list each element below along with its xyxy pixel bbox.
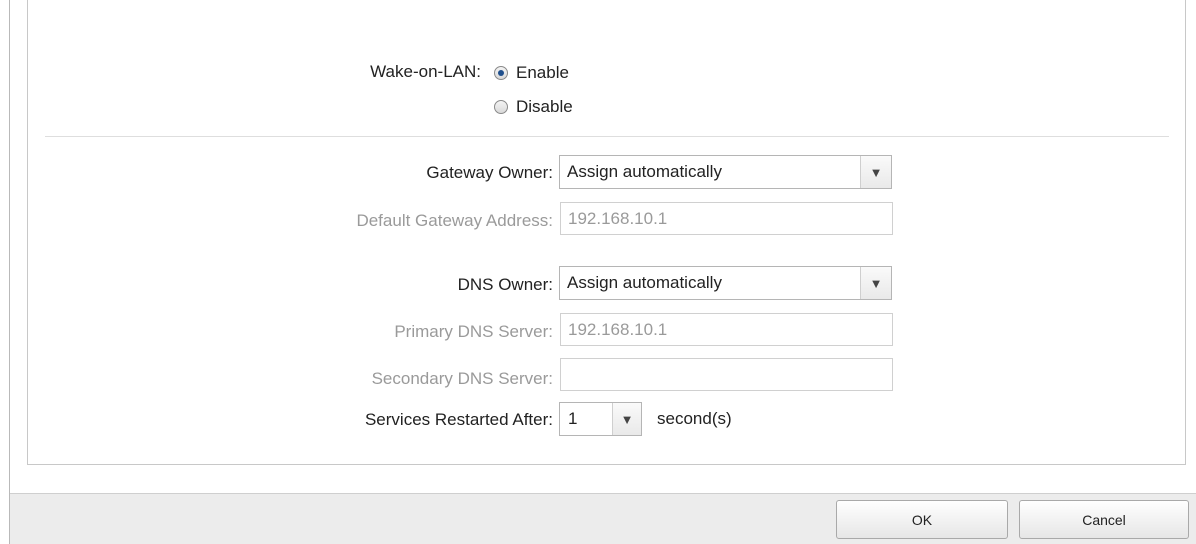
gateway-owner-value: Assign automatically — [567, 162, 722, 181]
radio-unchecked-icon[interactable] — [494, 100, 508, 114]
wake-on-lan-enable-label: Enable — [516, 63, 569, 82]
services-restart-value: 1 — [568, 409, 578, 428]
chevron-down-icon[interactable]: ▼ — [860, 267, 891, 299]
services-restart-unit: second(s) — [657, 409, 732, 428]
default-gateway-label: Default Gateway Address: — [356, 211, 553, 230]
wake-on-lan-label: Wake-on-LAN: — [370, 62, 481, 81]
left-border — [9, 0, 10, 544]
dns-owner-value: Assign automatically — [567, 273, 722, 292]
chevron-down-icon[interactable]: ▼ — [860, 156, 891, 188]
secondary-dns-label: Secondary DNS Server: — [371, 369, 553, 388]
dns-owner-label: DNS Owner: — [457, 275, 553, 294]
network-settings-dialog: Wake-on-LAN: Enable Disable Gateway Owne… — [0, 0, 1196, 544]
primary-dns-input[interactable]: 192.168.10.1 — [560, 313, 893, 346]
section-divider — [45, 136, 1169, 137]
radio-checked-icon[interactable] — [494, 66, 508, 80]
dns-owner-select[interactable]: Assign automatically ▼ — [559, 266, 892, 300]
wake-on-lan-disable-option[interactable]: Disable — [494, 97, 573, 117]
gateway-owner-label: Gateway Owner: — [426, 163, 553, 182]
gateway-owner-select[interactable]: Assign automatically ▼ — [559, 155, 892, 189]
wake-on-lan-enable-option[interactable]: Enable — [494, 63, 569, 83]
chevron-down-icon[interactable]: ▼ — [612, 403, 641, 435]
primary-dns-label: Primary DNS Server: — [394, 322, 553, 341]
ok-button[interactable]: OK — [836, 500, 1008, 539]
cancel-button[interactable]: Cancel — [1019, 500, 1189, 539]
services-restart-label: Services Restarted After: — [364, 410, 553, 429]
services-restart-select[interactable]: 1 ▼ — [559, 402, 642, 436]
default-gateway-input[interactable]: 192.168.10.1 — [560, 202, 893, 235]
wake-on-lan-disable-label: Disable — [516, 97, 573, 116]
secondary-dns-input[interactable] — [560, 358, 893, 391]
